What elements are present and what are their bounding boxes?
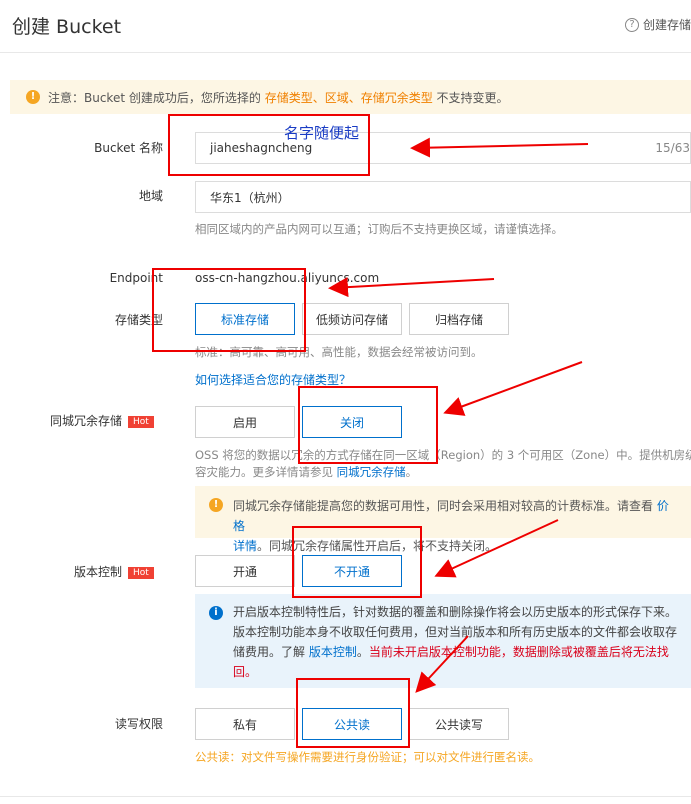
arrow-versioning (434, 519, 559, 578)
arrow-name (410, 137, 589, 158)
arrow-acl (415, 635, 469, 693)
arrow-zrs (443, 361, 583, 416)
annotation-arrows (328, 137, 589, 693)
arrow-endpoint (328, 277, 495, 298)
